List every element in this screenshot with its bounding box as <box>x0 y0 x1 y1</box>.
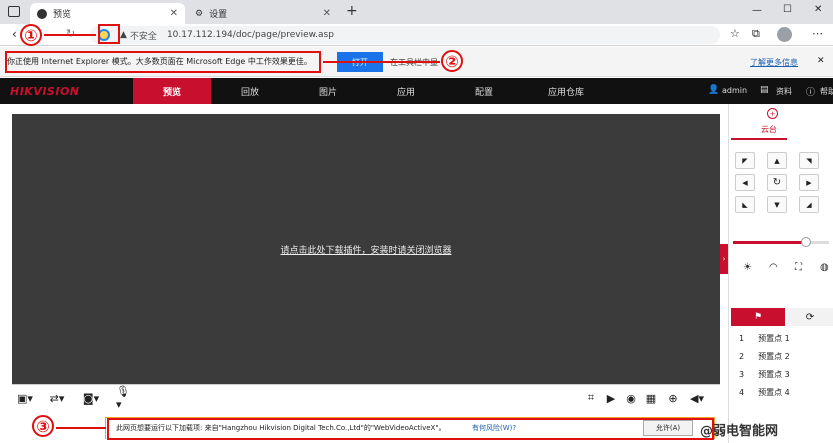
preset-number: 4 <box>739 387 745 397</box>
security-label[interactable]: 不安全 <box>130 29 157 42</box>
menu-icon[interactable]: ◍ <box>820 262 829 273</box>
minimize-button[interactable]: — <box>752 5 762 16</box>
url-text[interactable]: 10.17.112.194/doc/page/preview.asp <box>167 30 334 40</box>
globe-icon <box>37 8 47 19</box>
ptz-down-right-button[interactable]: ◢ <box>799 196 819 213</box>
ptz-down-left-button[interactable]: ◣ <box>735 196 755 213</box>
close-icon[interactable]: ✕ <box>323 8 331 19</box>
ptz-up-left-button[interactable]: ◤ <box>735 152 755 169</box>
video-window: 请点击此处下载插件，安装时请关闭浏览器 <box>12 114 720 384</box>
annotation-arrow-1 <box>44 34 96 36</box>
browser-tab-strip: 预览 ✕ ⚙ 设置 ✕ + — ☐ ✕ <box>0 0 833 24</box>
user-name[interactable]: admin <box>722 86 747 95</box>
docs-link[interactable]: 资料 <box>776 86 792 97</box>
camera-icon[interactable]: ◉ <box>622 391 640 405</box>
annotation-marker-3: ③ <box>32 415 54 437</box>
stream-icon[interactable]: ⇄▾ <box>48 391 66 405</box>
play-icon[interactable]: ▶ <box>602 391 620 405</box>
annotation-box-ie-icon <box>98 24 120 44</box>
tab-settings[interactable]: ⚙ 设置 ✕ <box>188 3 338 24</box>
favorites-icon[interactable]: ☆ <box>730 27 740 40</box>
docs-icon: ▤ <box>760 85 769 95</box>
zoom-icon[interactable]: ⊕ <box>664 391 682 405</box>
ptz-up-button[interactable]: ▲ <box>767 152 787 169</box>
annotation-marker-2: ② <box>441 50 463 72</box>
help-link[interactable]: 帮助 <box>820 86 833 97</box>
ptz-auto-button[interactable]: ↻ <box>767 174 787 191</box>
ptz-speed-slider[interactable] <box>733 237 829 247</box>
preset-number: 2 <box>739 351 745 361</box>
maximize-button[interactable]: ☐ <box>783 4 792 15</box>
learn-more-link[interactable]: 了解更多信息 <box>750 57 798 68</box>
tab-label: 设置 <box>209 10 228 20</box>
preset-name: 预置点 1 <box>758 333 790 343</box>
light-icon[interactable]: ☀ <box>743 262 752 273</box>
tab-label: 预览 <box>53 10 72 20</box>
ptz-left-button[interactable]: ◀ <box>735 174 755 191</box>
ptz-panel: + 云台 ◤ ▲ ◥ ◀ ↻ ▶ ◣ ▼ ◢ ☀ ◠ ⛶ ◍ ⚑ ⟳ 1 预置点 … <box>728 104 833 443</box>
preset-name: 预置点 4 <box>758 387 790 397</box>
more-icon[interactable]: ⋯ <box>812 27 823 40</box>
list-item[interactable]: 2 预置点 2 <box>739 347 790 365</box>
preset-name: 预置点 2 <box>758 351 790 361</box>
user-icon: 👤 <box>708 85 720 95</box>
warning-icon[interactable]: ▲ <box>120 30 127 40</box>
nav-configuration[interactable]: 配置 <box>445 78 523 104</box>
download-plugin-link[interactable]: 请点击此处下载插件，安装时请关闭浏览器 <box>280 243 451 256</box>
ptz-icon: + <box>767 108 778 119</box>
preset-tab[interactable]: ⚑ <box>731 308 785 326</box>
annotation-arrow-3 <box>56 427 106 429</box>
tab-preview[interactable]: 预览 ✕ <box>30 3 185 24</box>
nav-preview[interactable]: 预览 <box>133 78 211 104</box>
display-icon[interactable]: ◙▾ <box>82 391 100 405</box>
avatar[interactable] <box>777 27 792 42</box>
annotation-arrow-2 <box>323 61 440 63</box>
nav-application[interactable]: 应用 <box>367 78 445 104</box>
focus-icon[interactable]: ⛶ <box>795 262 802 273</box>
nav-picture[interactable]: 图片 <box>289 78 367 104</box>
crop-icon[interactable]: ⌗ <box>582 391 600 405</box>
volume-icon[interactable]: ◀▾ <box>688 391 706 405</box>
annotation-box-info-message <box>5 51 321 73</box>
wiper-icon[interactable]: ◠ <box>769 262 778 273</box>
hikvision-header: HIKVISION 预览 回放 图片 应用 配置 应用仓库 👤 admin ▤ … <box>0 78 833 104</box>
close-icon[interactable]: ✕ <box>170 8 178 19</box>
ptz-down-button[interactable]: ▼ <box>767 196 787 213</box>
back-button[interactable]: ‹ <box>12 27 17 41</box>
gear-icon: ⚙ <box>195 8 204 19</box>
nav-playback[interactable]: 回放 <box>211 78 289 104</box>
nav-app-store[interactable]: 应用仓库 <box>527 78 605 104</box>
panel-toggle-handle[interactable]: › <box>720 244 728 274</box>
info-close-icon[interactable]: ✕ <box>817 56 825 66</box>
preset-name: 预置点 3 <box>758 369 790 379</box>
watermark: @弱电智能网 <box>700 424 779 439</box>
ptz-up-right-button[interactable]: ◥ <box>799 152 819 169</box>
annotation-box-addon-bar <box>107 418 714 440</box>
patrol-tab[interactable]: ⟳ <box>787 308 833 326</box>
ptz-title: 云台 <box>761 125 777 134</box>
video-toolbar: ▣▾ ⇄▾ ◙▾ 🎙▾ ⌗ ▶ ◉ ▦ ⊕ ◀▾ <box>12 384 720 411</box>
ptz-tab-underline <box>731 138 787 140</box>
annotation-marker-1: ① <box>20 24 42 46</box>
record-icon[interactable]: ▦ <box>642 391 660 405</box>
preset-number: 3 <box>739 369 745 379</box>
ptz-dpad: ◤ ▲ ◥ ◀ ↻ ▶ ◣ ▼ ◢ <box>735 152 819 213</box>
new-tab-button[interactable]: + <box>346 3 358 19</box>
ptz-right-button[interactable]: ▶ <box>799 174 819 191</box>
list-item[interactable]: 3 预置点 3 <box>739 365 790 383</box>
microphone-icon[interactable]: 🎙▾ <box>116 385 134 411</box>
window-menu-icon[interactable] <box>8 6 20 17</box>
url-field[interactable]: ▲ 不安全 10.17.112.194/doc/page/preview.asp <box>90 26 720 44</box>
preset-number: 1 <box>739 333 745 343</box>
list-item[interactable]: 4 预置点 4 <box>739 383 790 401</box>
window-close-button[interactable]: ✕ <box>814 4 822 15</box>
layout-icon[interactable]: ▣▾ <box>16 391 34 405</box>
hikvision-logo: HIKVISION <box>10 85 80 98</box>
address-bar: ‹ ↻ ▲ 不安全 10.17.112.194/doc/page/preview… <box>0 24 833 46</box>
help-icon: ⓘ <box>806 88 816 98</box>
list-item[interactable]: 1 预置点 1 <box>739 329 790 347</box>
collections-icon[interactable]: ⧉ <box>752 27 760 41</box>
